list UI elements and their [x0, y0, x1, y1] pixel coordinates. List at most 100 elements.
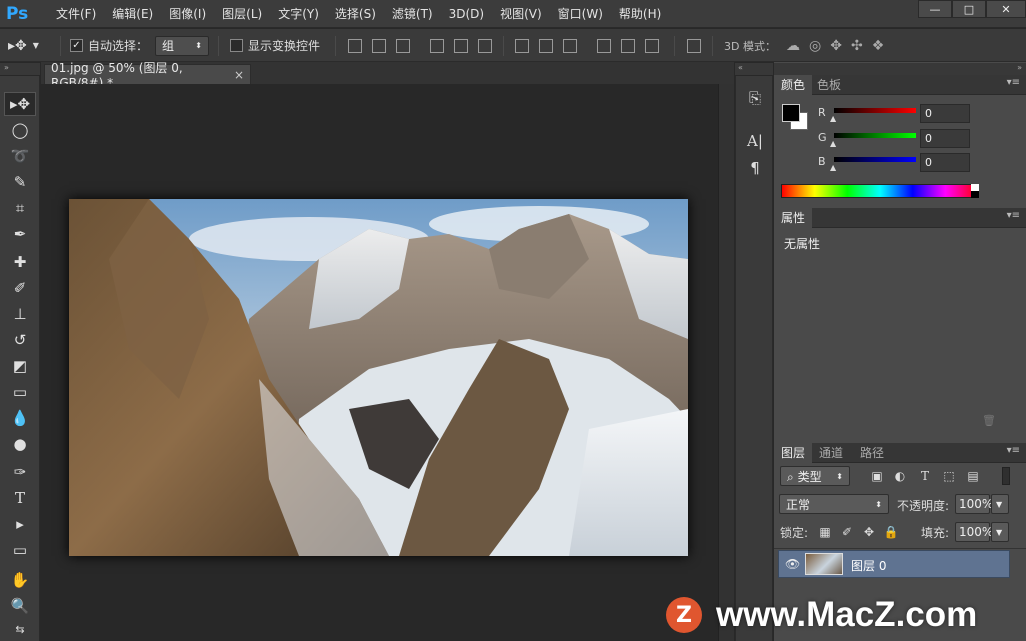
layer-row[interactable]: 👁 图层 0	[778, 550, 1010, 578]
blend-mode-dropdown[interactable]: 正常 ⬍	[779, 494, 889, 514]
align-right-icon[interactable]	[478, 38, 492, 53]
panels-collapse-bar[interactable]: »	[774, 63, 1026, 75]
distribute-right-icon[interactable]	[645, 38, 659, 53]
tool-preset-picker[interactable]: ▸✥ ▼	[8, 29, 39, 62]
align-bottom-icon[interactable]	[396, 38, 410, 53]
zoom-tool[interactable]: 🔍	[4, 594, 36, 618]
move-tool[interactable]: ▸✥	[4, 92, 36, 116]
crop-tool[interactable]: ⌗	[4, 196, 36, 220]
eraser-tool[interactable]: ◩	[4, 354, 36, 378]
panel-menu-icon[interactable]: ▾≡	[1007, 210, 1020, 221]
distribute-hcenter-icon[interactable]	[621, 38, 635, 53]
slide-3d-icon[interactable]: ✣	[851, 38, 872, 54]
menu-filter[interactable]: 滤镜(T)	[384, 5, 441, 23]
blue-value-input[interactable]: 0	[920, 153, 970, 172]
menu-view[interactable]: 视图(V)	[492, 5, 550, 23]
show-transform-checkbox[interactable]: 显示变换控件	[230, 29, 320, 62]
align-hcenter-icon[interactable]	[454, 38, 468, 53]
foreground-color-swatch[interactable]	[782, 104, 800, 122]
lasso-tool[interactable]: ➰	[4, 144, 36, 168]
filter-type-icon[interactable]: T	[918, 469, 932, 483]
opacity-dropdown-button[interactable]: ▼	[991, 494, 1009, 514]
auto-align-icon[interactable]	[687, 38, 701, 53]
lock-position-icon[interactable]: ✥	[862, 525, 876, 539]
type-tool[interactable]: T	[4, 486, 36, 510]
slider-thumb-icon[interactable]: ▲	[830, 163, 838, 172]
rectangle-tool[interactable]: ▭	[4, 538, 36, 562]
brush-tool[interactable]: ✐	[4, 276, 36, 300]
slider-thumb-icon[interactable]: ▲	[830, 139, 838, 148]
align-vcenter-icon[interactable]	[372, 38, 386, 53]
swap-colors[interactable]: ⇆	[4, 620, 36, 638]
close-button[interactable]: ✕	[986, 0, 1026, 18]
distribute-bottom-icon[interactable]	[563, 38, 577, 53]
healing-brush-tool[interactable]: ✚	[4, 250, 36, 274]
history-panel-icon[interactable]: ⎘	[745, 88, 765, 108]
tab-properties[interactable]: 属性	[774, 208, 813, 228]
menu-select[interactable]: 选择(S)	[327, 5, 384, 23]
distribute-top-icon[interactable]	[515, 38, 529, 53]
hand-tool[interactable]: ✋	[4, 568, 36, 592]
auto-select-checkbox[interactable]: ✓ 自动选择：	[70, 29, 148, 62]
slider-thumb-icon[interactable]: ▲	[830, 114, 838, 123]
spectrum-white-swatch[interactable]	[971, 184, 979, 191]
menu-window[interactable]: 窗口(W)	[550, 5, 611, 23]
blur-tool[interactable]: 💧	[4, 406, 36, 430]
lock-transparent-icon[interactable]: ▦	[818, 525, 832, 539]
close-tab-icon[interactable]: ×	[234, 68, 244, 82]
scale-3d-icon[interactable]: ❖	[872, 38, 894, 54]
menu-edit[interactable]: 编辑(E)	[104, 5, 161, 23]
history-brush-tool[interactable]: ↺	[4, 328, 36, 352]
eye-icon[interactable]: 👁	[785, 557, 800, 571]
lock-all-icon[interactable]: 🔒	[884, 525, 899, 539]
character-panel-icon[interactable]: A|	[745, 131, 765, 151]
dodge-tool[interactable]: ●	[4, 432, 36, 456]
menu-layer[interactable]: 图层(L)	[214, 5, 270, 23]
filter-smart-object-icon[interactable]: ▤	[966, 469, 980, 483]
filter-pixel-icon[interactable]: ▣	[870, 469, 884, 483]
tab-channels[interactable]: 通道	[812, 443, 850, 463]
toolbox-collapse-bar[interactable]: »	[0, 63, 40, 75]
tab-paths[interactable]: 路径	[853, 443, 891, 463]
menu-file[interactable]: 文件(F)	[48, 5, 104, 23]
filter-adjustment-icon[interactable]: ◐	[893, 469, 907, 483]
panel-menu-icon[interactable]: ▾≡	[1007, 77, 1020, 88]
minimize-button[interactable]: —	[918, 0, 952, 18]
marquee-tool[interactable]: ◯	[4, 118, 36, 142]
menu-3d[interactable]: 3D(D)	[441, 5, 492, 23]
filter-shape-icon[interactable]: ⬚	[942, 469, 956, 483]
tab-color[interactable]: 颜色	[774, 75, 813, 95]
red-value-input[interactable]: 0	[920, 104, 970, 123]
red-slider[interactable]	[834, 108, 916, 113]
fill-input[interactable]: 100%	[955, 522, 993, 542]
clone-stamp-tool[interactable]: ⊥	[4, 302, 36, 326]
color-spectrum-bar[interactable]	[781, 184, 979, 198]
drag-3d-icon[interactable]: ✥	[830, 38, 851, 54]
gradient-tool[interactable]: ▭	[4, 380, 36, 404]
menu-type[interactable]: 文字(Y)	[270, 5, 327, 23]
tab-layers[interactable]: 图层	[774, 443, 813, 463]
lock-image-icon[interactable]: ✐	[840, 525, 854, 539]
green-slider[interactable]	[834, 133, 916, 138]
auto-select-target-dropdown[interactable]: 组 ⬍	[155, 35, 209, 56]
align-top-icon[interactable]	[348, 38, 362, 53]
opacity-input[interactable]: 100%	[955, 494, 993, 514]
iconcol-collapse-bar[interactable]: «	[735, 63, 773, 75]
paragraph-panel-icon[interactable]: ¶	[745, 158, 765, 178]
pen-tool[interactable]: ✑	[4, 460, 36, 484]
filter-toggle[interactable]	[1002, 467, 1010, 485]
maximize-button[interactable]: □	[952, 0, 986, 18]
vertical-scrollbar[interactable]	[718, 84, 734, 641]
layer-filter-dropdown[interactable]: ⌕ 类型 ⬍	[780, 466, 850, 486]
trash-icon[interactable]: 🗑	[982, 414, 996, 427]
panel-menu-icon[interactable]: ▾≡	[1007, 445, 1020, 456]
path-select-tool[interactable]: ▸	[4, 512, 36, 536]
document-image[interactable]	[69, 199, 688, 556]
distribute-left-icon[interactable]	[597, 38, 611, 53]
quick-select-tool[interactable]: ✎	[4, 170, 36, 194]
fill-dropdown-button[interactable]: ▼	[991, 522, 1009, 542]
blue-slider[interactable]	[834, 157, 916, 162]
document-tab[interactable]: 01.jpg @ 50% (图层 0, RGB/8#) * ×	[44, 61, 251, 90]
rotate-3d-icon[interactable]: ☁	[786, 38, 809, 54]
align-left-icon[interactable]	[430, 38, 444, 53]
